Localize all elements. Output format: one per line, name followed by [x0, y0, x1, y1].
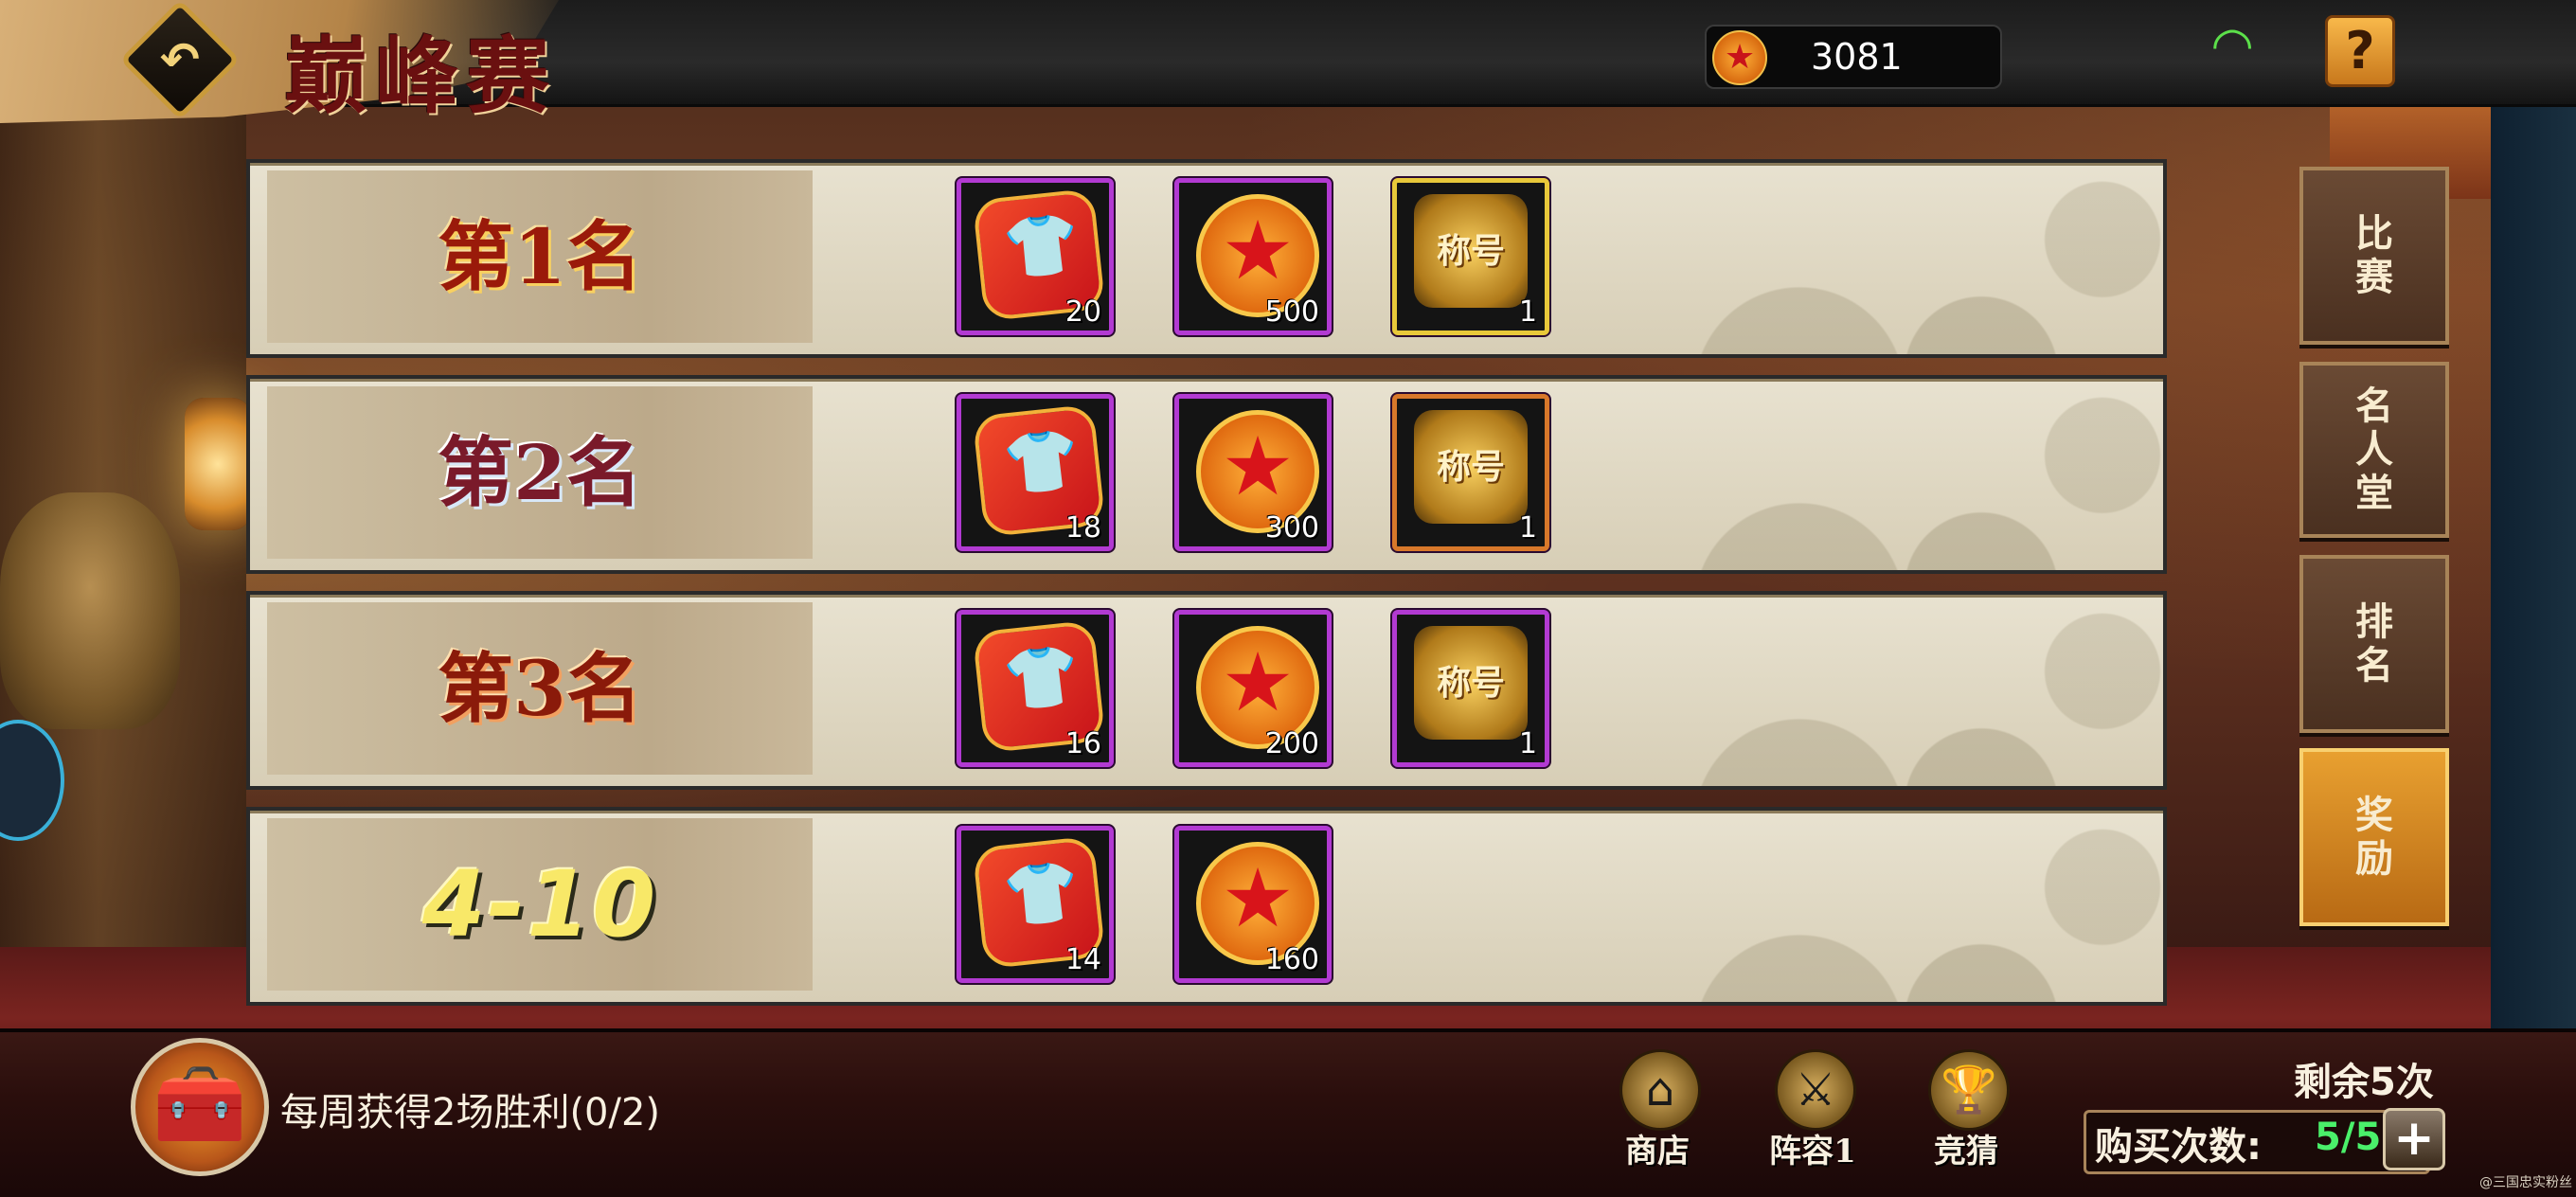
shop-label: 商店 [1625, 1133, 1690, 1170]
crossed-swords-icon: ⚔ [1775, 1049, 1856, 1131]
wifi-icon: ◠ [2210, 17, 2254, 74]
reward-item-clothing-fragment[interactable]: 20 [957, 178, 1114, 335]
item-count: 18 [1064, 511, 1101, 545]
item-count: 1 [1518, 511, 1537, 545]
reward-item-gold-coin[interactable]: ★ 500 [1174, 178, 1332, 335]
remaining-attempts: 剩余5次 [2294, 1061, 2434, 1104]
rank-panel: 4-10 [267, 818, 813, 991]
tab-label: 排名 [2355, 599, 2393, 688]
item-count: 1 [1518, 295, 1537, 329]
item-count: 200 [1264, 727, 1319, 760]
reward-item-clothing-fragment[interactable]: 16 [957, 610, 1114, 767]
tab-ranking[interactable]: 排名 [2299, 555, 2449, 733]
buy-plus-button[interactable]: + [2383, 1108, 2445, 1170]
tab-match[interactable]: 比赛 [2299, 167, 2449, 345]
urn-decoration [0, 492, 180, 729]
tab-label: 名人堂 [2355, 384, 2393, 515]
help-button[interactable]: ? [2325, 15, 2395, 87]
reward-row-rank-2: 第2名 18 ★ 300 称号 1 [246, 375, 2167, 574]
title-medal-icon: 称号 [1414, 194, 1528, 308]
shop-button[interactable]: ⌂ 商店 [1608, 1049, 1707, 1172]
currency-amount: 3081 [1811, 36, 1903, 78]
item-count: 14 [1064, 943, 1101, 976]
reward-item-clothing-fragment[interactable]: 18 [957, 394, 1114, 551]
rank-panel: 第1名 [267, 170, 813, 343]
tab-label: 奖励 [2355, 793, 2393, 881]
tab-label: 比赛 [2355, 211, 2393, 299]
tab-hall-of-fame[interactable]: 名人堂 [2299, 362, 2449, 538]
title-medal-icon: 称号 [1414, 410, 1528, 524]
shop-icon: ⌂ [1619, 1049, 1701, 1131]
item-count: 300 [1264, 511, 1319, 545]
watermark-text: @三国忠实粉丝 [2479, 1175, 2572, 1190]
lantern-decoration [185, 398, 251, 530]
treasure-chest-icon[interactable]: 🧰 [131, 1038, 269, 1176]
lineup-label: 阵容1 [1769, 1133, 1856, 1170]
tab-rewards[interactable]: 奖励 [2299, 748, 2449, 926]
item-count: 1 [1518, 727, 1537, 760]
reward-row-rank-1: 第1名 20 ★ 500 称号 1 [246, 159, 2167, 358]
wave-pattern [1557, 595, 2163, 786]
title-medal-icon: 称号 [1414, 626, 1528, 740]
wave-pattern [1557, 163, 2163, 354]
reward-item-title-medal[interactable]: 称号 1 [1392, 610, 1549, 767]
item-count: 16 [1064, 727, 1101, 760]
rank-label: 第1名 [438, 212, 642, 301]
reward-item-title-medal[interactable]: 称号 1 [1392, 178, 1549, 335]
currency-display: ★ 3081 [1705, 25, 2002, 89]
item-count: 20 [1064, 295, 1101, 329]
page-title: 巅峰赛 [284, 27, 558, 125]
item-count: 160 [1264, 943, 1319, 976]
lineup-button[interactable]: ⚔ 阵容1 [1763, 1049, 1862, 1172]
guess-button[interactable]: 🏆 竞猜 [1917, 1049, 2015, 1172]
gold-coin-icon: ★ [1712, 30, 1767, 85]
reward-item-clothing-fragment[interactable]: 14 [957, 826, 1114, 983]
buy-attempts-count: 5/5 [2315, 1116, 2382, 1159]
weekly-task-text: 每周获得2场胜利(0/2) [280, 1091, 661, 1134]
reward-row-rank-3: 第3名 16 ★ 200 称号 1 [246, 591, 2167, 790]
reward-item-title-medal[interactable]: 称号 1 [1392, 394, 1549, 551]
reward-item-gold-coin[interactable]: ★ 200 [1174, 610, 1332, 767]
right-edge-shadow [2491, 104, 2576, 1051]
rank-label: 4-10 [421, 851, 658, 957]
rank-panel: 第2名 [267, 386, 813, 559]
back-arrow-icon: ↶ [160, 32, 200, 87]
guess-label: 竞猜 [1934, 1133, 1998, 1170]
rank-panel: 第3名 [267, 602, 813, 775]
reward-item-gold-coin[interactable]: ★ 300 [1174, 394, 1332, 551]
buy-attempts-label: 购买次数: [2095, 1125, 2262, 1169]
reward-row-rank-4-10: 4-10 14 ★ 160 [246, 807, 2167, 1006]
rank-label: 第2名 [438, 428, 642, 517]
reward-item-gold-coin[interactable]: ★ 160 [1174, 826, 1332, 983]
trophy-icon: 🏆 [1928, 1049, 2010, 1131]
wave-pattern [1557, 811, 2163, 1002]
item-count: 500 [1264, 295, 1319, 329]
rank-label: 第3名 [438, 644, 642, 733]
wave-pattern [1557, 379, 2163, 570]
